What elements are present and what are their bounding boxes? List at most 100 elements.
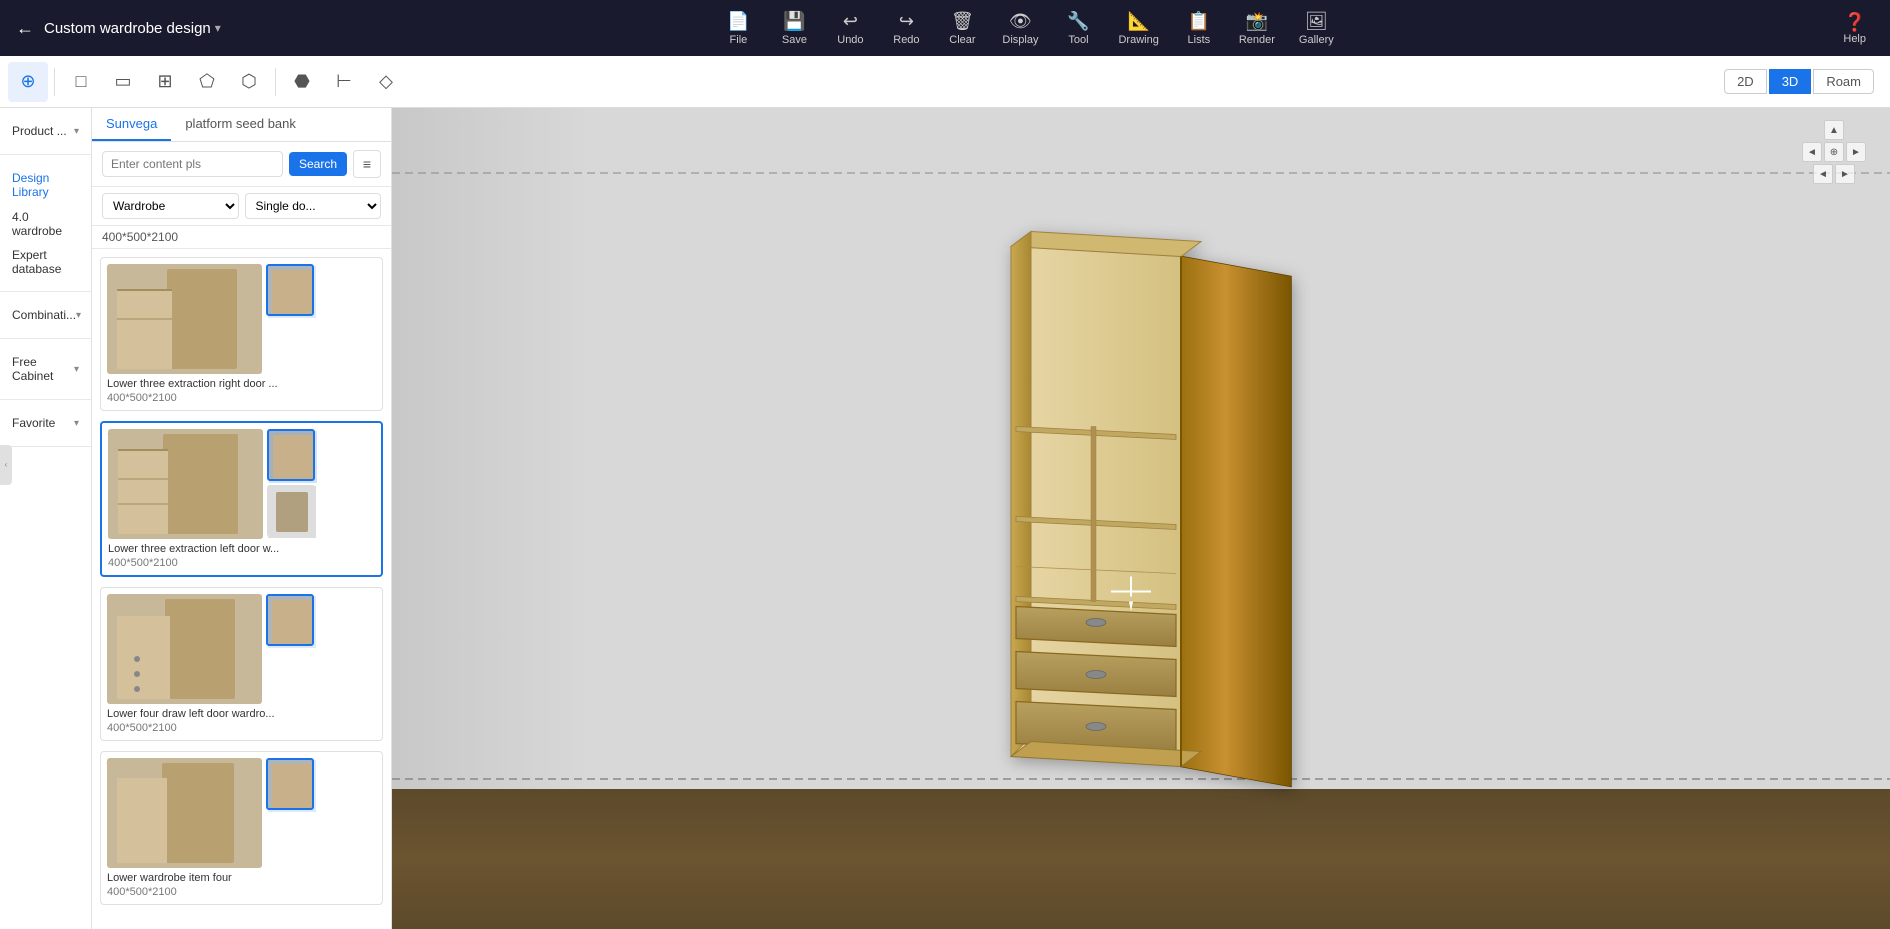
product-thumb-2b[interactable] xyxy=(267,485,315,537)
product-card-4[interactable]: ☆ xyxy=(100,751,383,905)
tab-sunvega[interactable]: Sunvega xyxy=(92,108,171,141)
nav-row-bot: ◄ ► xyxy=(1813,164,1855,184)
collapse-handle[interactable]: ‹ xyxy=(0,445,12,485)
drawing-icon: 📐 xyxy=(1127,11,1149,32)
nav-right[interactable]: ► xyxy=(1846,142,1866,162)
style-dropdown[interactable]: Single do... xyxy=(245,193,382,219)
favorite-tab[interactable]: Favorite ▾ xyxy=(8,410,83,436)
back-button[interactable]: ← xyxy=(16,18,34,39)
product-main-img-1 xyxy=(107,264,262,374)
lists-btn[interactable]: 📋 Lists xyxy=(1173,7,1225,50)
product-size-1: 400*500*2100 xyxy=(107,392,376,404)
combinati-tab[interactable]: Combinati... ▾ xyxy=(8,302,83,328)
product-main-img-2 xyxy=(108,429,263,539)
view-toggle: 2D 3D Roam xyxy=(1724,69,1874,94)
expert-database-item[interactable]: Expert database xyxy=(8,243,83,281)
product-name-1: Lower three extraction right door ... xyxy=(107,378,376,390)
product-size-3: 400*500*2100 xyxy=(107,722,376,734)
tool-btn[interactable]: 🔧 Tool xyxy=(1052,7,1104,50)
clear-icon: 🗑 xyxy=(951,11,974,32)
cube-tool[interactable]: ⬡ xyxy=(229,62,269,102)
undo-btn[interactable]: ↩ Undo xyxy=(824,7,876,50)
help-icon: ❓ xyxy=(1843,12,1865,33)
nav-center[interactable]: ⊕ xyxy=(1824,142,1844,162)
combinati-label: Combinati... xyxy=(12,308,76,322)
erase-tool[interactable]: ◇ xyxy=(366,62,406,102)
free-cabinet-tab[interactable]: Free Cabinet ▾ xyxy=(8,349,83,389)
nav-next[interactable]: ► xyxy=(1835,164,1855,184)
product-thumb-active-2[interactable] xyxy=(267,429,315,481)
product-thumb-active-4[interactable] xyxy=(266,758,314,810)
drawing-label: Drawing xyxy=(1118,34,1158,46)
size-label: 400*500*2100 xyxy=(92,226,391,249)
combinati-section: Combinati... ▾ xyxy=(0,292,91,339)
favorite-section: Favorite ▾ xyxy=(0,400,91,447)
lists-icon: 📋 xyxy=(1188,11,1210,32)
favorite-chevron: ▾ xyxy=(74,418,79,429)
view-3d-btn[interactable]: 3D xyxy=(1769,69,1812,94)
redo-label: Redo xyxy=(893,34,919,46)
view-2d-btn[interactable]: 2D xyxy=(1724,69,1767,94)
viewport[interactable]: ▲ ◄ ⊕ ► ◄ ► xyxy=(392,108,1890,929)
free-cabinet-section: Free Cabinet ▾ xyxy=(0,339,91,400)
room-left-wall xyxy=(392,108,592,789)
help-label: Help xyxy=(1843,33,1866,45)
gallery-btn[interactable]: 🖼 Gallery xyxy=(1289,7,1344,50)
file-btn[interactable]: 📄 File xyxy=(712,7,764,50)
product-chevron: ▾ xyxy=(74,126,79,137)
product-name-4: Lower wardrobe item four xyxy=(107,872,376,884)
app-title: Custom wardrobe design ▾ xyxy=(44,20,221,37)
search-input[interactable] xyxy=(102,151,283,177)
product-images-2 xyxy=(108,429,375,539)
measure-tool[interactable]: ⊢ xyxy=(324,62,364,102)
undo-label: Undo xyxy=(837,34,863,46)
type-dropdown[interactable]: Wardrobe xyxy=(102,193,239,219)
tab-platform[interactable]: platform seed bank xyxy=(171,108,310,141)
redo-btn[interactable]: ↪ Redo xyxy=(880,7,932,50)
mirror-tool[interactable]: ⊞ xyxy=(145,62,185,102)
nav-left[interactable]: ◄ xyxy=(1802,142,1822,162)
fill-tool[interactable]: ⬣ xyxy=(282,62,322,102)
tool-label: Tool xyxy=(1068,34,1088,46)
product-card-2[interactable]: ☆ xyxy=(100,421,383,577)
product-card-3[interactable]: ☆ xyxy=(100,587,383,741)
product-thumb-active-1[interactable] xyxy=(266,264,314,316)
clear-btn[interactable]: 🗑 Clear xyxy=(936,7,988,50)
nav-prev[interactable]: ◄ xyxy=(1813,164,1833,184)
rectangle-tool[interactable]: □ xyxy=(61,62,101,102)
nav-row-mid: ◄ ⊕ ► xyxy=(1802,142,1866,162)
pointer-tool[interactable]: ⊕ xyxy=(8,62,48,102)
polygon-tool[interactable]: ⬠ xyxy=(187,62,227,102)
render-btn[interactable]: 📸 Render xyxy=(1229,7,1285,50)
nav-up[interactable]: ▲ xyxy=(1824,120,1844,140)
wardrobe-3d xyxy=(981,226,1301,811)
file-label: File xyxy=(730,34,748,46)
product-images-1 xyxy=(107,264,376,374)
search-button[interactable]: Search xyxy=(289,152,347,176)
display-btn[interactable]: 👁 Display xyxy=(992,7,1048,50)
product-thumb-col-2 xyxy=(267,429,315,539)
toolbar-separator-1 xyxy=(54,68,55,96)
product-size-4: 400*500*2100 xyxy=(107,886,376,898)
design-library-link[interactable]: Design Library xyxy=(8,165,83,205)
help-button[interactable]: ❓ Help xyxy=(1835,8,1874,49)
display-label: Display xyxy=(1002,34,1038,46)
search-row: Search ≡ xyxy=(92,142,391,187)
filter-button[interactable]: ≡ xyxy=(353,150,381,178)
file-icon: 📄 xyxy=(727,11,749,32)
view-roam-btn[interactable]: Roam xyxy=(1813,69,1874,94)
drawing-btn[interactable]: 📐 Drawing xyxy=(1108,7,1168,50)
product-card-1[interactable]: ☆ xyxy=(100,257,383,411)
tabs-row: Sunvega platform seed bank xyxy=(92,108,391,142)
product-main-img-4 xyxy=(107,758,262,868)
product-thumb-col-1 xyxy=(266,264,314,374)
product-thumb-active-3[interactable] xyxy=(266,594,314,646)
save-btn[interactable]: 💾 Save xyxy=(768,7,820,50)
tool-icon: 🔧 xyxy=(1067,11,1089,32)
wardrobe-40-item[interactable]: 4.0 wardrobe xyxy=(8,205,83,243)
product-panel: Sunvega platform seed bank Search ≡ Ward… xyxy=(92,108,392,929)
secondary-toolbar: ⊕ □ ▭ ⊞ ⬠ ⬡ ⬣ ⊢ ◇ 2D 3D Roam xyxy=(0,56,1890,108)
product-tab[interactable]: Product ... ▾ xyxy=(8,118,83,144)
square-tool[interactable]: ▭ xyxy=(103,62,143,102)
ceiling-line xyxy=(392,168,1890,178)
